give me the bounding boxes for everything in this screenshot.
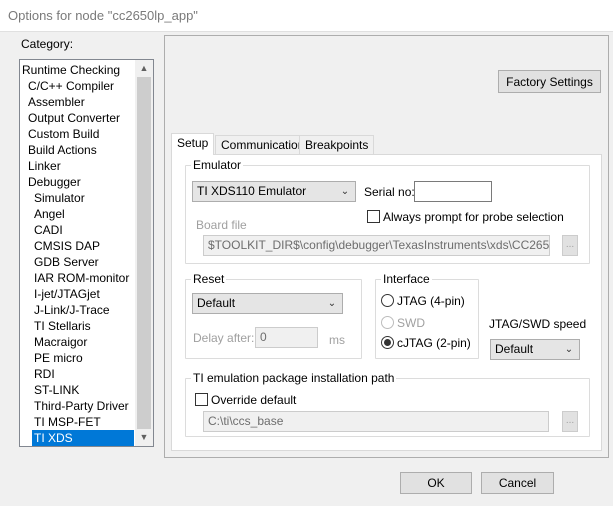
category-item[interactable]: Debugger (28, 174, 81, 190)
delay-after-label: Delay after: (193, 331, 255, 345)
category-item[interactable]: TI XDS (32, 430, 134, 446)
category-scrollbar[interactable]: ▲ ▼ (135, 60, 153, 446)
reset-group-label: Reset (193, 272, 225, 286)
serial-no-field[interactable] (414, 181, 492, 202)
emulator-select-value: TI XDS110 Emulator (197, 184, 307, 198)
scroll-down-icon[interactable]: ▼ (135, 429, 153, 446)
category-item[interactable]: PE micro (34, 350, 83, 366)
delay-unit-label: ms (329, 333, 345, 347)
emulator-group-label: Emulator (193, 158, 242, 172)
reset-select[interactable]: Default ⌄ (192, 293, 343, 314)
override-default-checkbox[interactable] (195, 393, 208, 406)
tab-setup[interactable]: Setup (171, 133, 215, 155)
category-item[interactable]: CMSIS DAP (34, 238, 100, 254)
override-default-label: Override default (211, 393, 297, 407)
category-list[interactable]: Runtime Checking C/C++ Compiler Assembler O… (19, 59, 154, 447)
radio-cjtag-2pin[interactable] (381, 336, 394, 349)
interface-group-label: Interface (383, 272, 430, 286)
category-item[interactable]: C/C++ Compiler (28, 78, 114, 94)
category-item[interactable]: TI MSP-FET (34, 414, 101, 430)
scroll-thumb[interactable] (137, 77, 151, 429)
radio-jtag-4pin[interactable] (381, 294, 394, 307)
always-prompt-label: Always prompt for probe selection (383, 210, 564, 224)
serial-no-label: Serial no: (364, 185, 415, 199)
category-item[interactable]: Custom Build (28, 126, 99, 142)
category-item[interactable]: TI Stellaris (34, 318, 91, 334)
board-file-label: Board file (196, 218, 247, 232)
install-path-group-label: TI emulation package installation path (193, 371, 395, 385)
delay-after-field[interactable]: 0 (255, 327, 318, 348)
category-item[interactable]: Linker (28, 158, 61, 174)
emulator-select[interactable]: TI XDS110 Emulator ⌄ (192, 181, 356, 202)
reset-select-value: Default (197, 296, 236, 310)
always-prompt-checkbox[interactable] (367, 210, 380, 223)
category-item[interactable]: Angel (34, 206, 65, 222)
speed-select-value: Default (495, 342, 534, 356)
category-item[interactable]: Runtime Checking (22, 62, 120, 78)
window-title: Options for node "cc2650lp_app" (0, 0, 613, 31)
category-item[interactable]: I-jet/JTAGjet (34, 286, 100, 302)
install-path-field[interactable]: C:\ti\ccs_base (203, 411, 549, 432)
tab-breakpoints[interactable]: Breakpoints (299, 135, 375, 155)
factory-settings-button[interactable]: Factory Settings (498, 70, 601, 93)
category-item[interactable]: Assembler (28, 94, 85, 110)
category-item[interactable]: GDB Server (34, 254, 99, 270)
radio-jtag-4pin-label: JTAG (4-pin) (397, 294, 465, 308)
chevron-down-icon: ⌄ (564, 344, 574, 355)
category-item[interactable]: Build Actions (28, 142, 97, 158)
jtag-swd-speed-select[interactable]: Default ⌄ (490, 339, 580, 360)
category-item[interactable]: Simulator (34, 190, 85, 206)
category-item[interactable]: RDI (34, 366, 55, 382)
radio-cjtag-2pin-label: cJTAG (2-pin) (397, 336, 471, 350)
category-item[interactable]: Macraigor (34, 334, 87, 350)
category-item[interactable]: CADI (34, 222, 63, 238)
chevron-down-icon: ⌄ (327, 298, 337, 309)
category-item[interactable]: ST-LINK (34, 382, 79, 398)
category-item[interactable]: J-Link/J-Trace (34, 302, 110, 318)
cancel-button[interactable]: Cancel (481, 472, 554, 494)
category-item[interactable]: Output Converter (28, 110, 120, 126)
radio-swd-label: SWD (397, 316, 425, 330)
tab-communication[interactable]: Communication (215, 135, 311, 155)
board-file-browse-button[interactable]: ... (562, 235, 578, 256)
chevron-down-icon: ⌄ (340, 186, 350, 197)
radio-swd[interactable] (381, 316, 394, 329)
install-path-browse-button[interactable]: ... (562, 411, 578, 432)
category-item[interactable]: IAR ROM-monitor (34, 270, 129, 286)
scroll-up-icon[interactable]: ▲ (135, 60, 153, 77)
ok-button[interactable]: OK (400, 472, 472, 494)
radio-selected-dot (384, 339, 391, 346)
category-item[interactable]: Third-Party Driver (34, 398, 129, 414)
board-file-field[interactable]: $TOOLKIT_DIR$\config\debugger\TexasInstr… (203, 235, 550, 256)
jtag-swd-speed-label: JTAG/SWD speed (489, 317, 587, 331)
category-label: Category: (21, 37, 74, 51)
